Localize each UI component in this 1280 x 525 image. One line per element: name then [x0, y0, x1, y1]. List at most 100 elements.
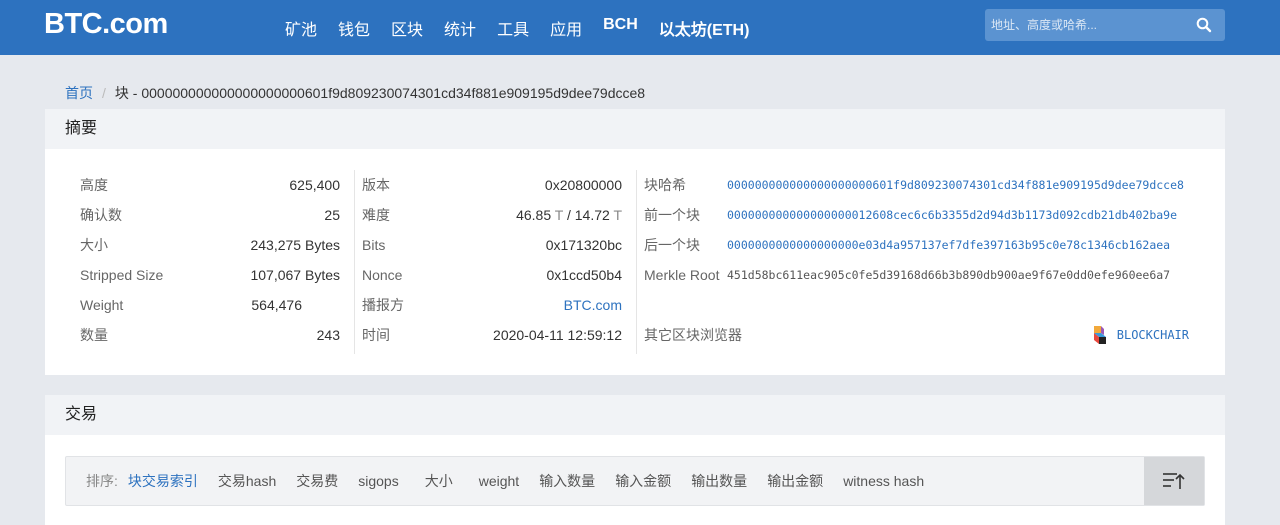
summary-column-2: 版本 0x20800000 难度 46.85 T / 14.72 T Bits 0x1… — [362, 170, 622, 350]
search-input[interactable] — [985, 9, 1185, 41]
summary-panel: 摘要 高度 625,400 确认数 25 大小 243,275 Bytes Strip… — [45, 109, 1225, 375]
other-explorers-label: 其它区块浏览器 — [644, 327, 742, 343]
sort-option-output-count[interactable]: 输出数量 — [691, 457, 747, 505]
sort-option-fee[interactable]: 交易费 — [296, 457, 338, 505]
breadcrumb: 首页 / 块 - 000000000000000000000601f9d809230… — [65, 83, 645, 103]
difficulty-unit-1: T — [554, 207, 564, 223]
relayer-label: 播报方 — [362, 297, 404, 313]
time-value: 2020-04-11 12:59:12 — [493, 327, 622, 343]
nav-item-wallet[interactable]: 钱包 — [338, 16, 370, 40]
difficulty-value-1: 46.85 — [516, 207, 552, 223]
bits-label: Bits — [362, 237, 386, 253]
summary-column-3: 块哈希 000000000000000000000601f9d8092300743… — [644, 170, 1189, 350]
sort-bar: 排序: 块交易索引 交易hash 交易费 sigops 大小 weight 输入… — [65, 456, 1205, 506]
sort-order-button[interactable] — [1144, 457, 1204, 505]
confirmations-value: 25 — [324, 207, 340, 223]
time-row: 时间 2020-04-11 12:59:12 — [362, 320, 622, 350]
difficulty-separator: / — [563, 207, 575, 223]
nav-item-blocks[interactable]: 区块 — [391, 16, 423, 40]
merkle-root-row: Merkle Root 451d58bc611eac905c0fe5d39168d… — [644, 260, 1189, 290]
sort-option-sigops[interactable]: sigops — [358, 457, 398, 505]
search-icon[interactable] — [1196, 17, 1212, 33]
version-row: 版本 0x20800000 — [362, 170, 622, 200]
difficulty-row: 难度 46.85 T / 14.72 T — [362, 200, 622, 230]
time-label: 时间 — [362, 327, 390, 343]
stripped-size-row: Stripped Size 107,067 Bytes — [80, 260, 340, 290]
nav-item-stats[interactable]: 统计 — [444, 16, 476, 40]
sort-option-weight[interactable]: weight — [479, 457, 519, 505]
weight-label: Weight — [80, 297, 124, 313]
blockchair-label: BLOCKCHAIR — [1116, 328, 1189, 342]
main-nav: 矿池 钱包 区块 统计 工具 应用 BCH 以太坊(ETH) — [285, 16, 770, 40]
sort-option-size[interactable]: 大小 — [425, 457, 453, 505]
summary-column-1: 高度 625,400 确认数 25 大小 243,275 Bytes Stripped… — [80, 170, 340, 350]
relayer-link[interactable]: BTC.com — [564, 290, 622, 320]
bits-value: 0x171320bc — [545, 237, 622, 253]
prev-block-row: 前一个块 000000000000000000012608cec6c6b3355d… — [644, 200, 1189, 230]
merkle-root-value: 451d58bc611eac905c0fe5d39168d66b3b890db9… — [727, 268, 1171, 282]
sort-option-input-amount[interactable]: 输入金额 — [615, 457, 671, 505]
column-divider — [354, 170, 355, 354]
transactions-title: 交易 — [45, 395, 1225, 435]
weight-value: 564,476 — [251, 297, 302, 313]
breadcrumb-current: 块 - 000000000000000000000601f9d809230074… — [114, 85, 646, 101]
blockchair-logo-icon — [1093, 326, 1106, 344]
size-value: 243,275 Bytes — [250, 237, 340, 253]
sort-option-tx-index[interactable]: 块交易索引 — [128, 457, 198, 505]
version-label: 版本 — [362, 177, 390, 193]
size-row: 大小 243,275 Bytes — [80, 230, 340, 260]
nav-item-apps[interactable]: 应用 — [550, 16, 582, 40]
block-hash-label: 块哈希 — [644, 177, 686, 193]
block-hash-link[interactable]: 000000000000000000000601f9d809230074301c… — [727, 170, 1184, 200]
top-navbar: BTC.com 矿池 钱包 区块 统计 工具 应用 BCH 以太坊(ETH) — [0, 0, 1280, 55]
confirmations-label: 确认数 — [80, 207, 122, 223]
search-box — [985, 9, 1225, 41]
tx-count-value: 243 — [316, 327, 340, 343]
relayer-row: 播报方 BTC.com — [362, 290, 622, 320]
column-divider — [636, 170, 637, 354]
site-logo[interactable]: BTC.com — [44, 8, 168, 41]
difficulty-unit-2: T — [613, 207, 622, 223]
sort-option-output-amount[interactable]: 输出金额 — [767, 457, 823, 505]
nonce-row: Nonce 0x1ccd50b4 — [362, 260, 622, 290]
breadcrumb-home-link[interactable]: 首页 — [65, 85, 93, 101]
stripped-size-label: Stripped Size — [80, 267, 164, 283]
nav-item-eth[interactable]: 以太坊(ETH) — [659, 16, 750, 40]
tx-count-label: 数量 — [80, 327, 108, 343]
height-row: 高度 625,400 — [80, 170, 340, 200]
blockchair-link[interactable]: BLOCKCHAIR — [1091, 320, 1189, 350]
other-explorers-row: 其它区块浏览器 BLOCKCHAIR — [644, 320, 1189, 350]
difficulty-label: 难度 — [362, 207, 390, 223]
nonce-label: Nonce — [362, 267, 403, 283]
tx-count-row: 数量 243 — [80, 320, 340, 350]
sort-order-icon — [1163, 473, 1185, 489]
sort-option-tx-hash[interactable]: 交易hash — [218, 457, 276, 505]
breadcrumb-separator: / — [102, 85, 106, 101]
nav-item-tools[interactable]: 工具 — [497, 16, 529, 40]
nav-item-pool[interactable]: 矿池 — [285, 16, 317, 40]
next-block-label: 后一个块 — [644, 237, 700, 253]
size-label: 大小 — [80, 237, 108, 253]
block-hash-row: 块哈希 000000000000000000000601f9d8092300743… — [644, 170, 1189, 200]
weight-row: Weight 564,476 — [80, 290, 340, 320]
sort-label: 排序: — [86, 473, 118, 489]
height-value: 625,400 — [289, 177, 340, 193]
sort-options: 排序: 块交易索引 交易hash 交易费 sigops 大小 weight 输入… — [86, 457, 944, 505]
merkle-root-label: Merkle Root — [644, 267, 720, 283]
empty-row — [644, 290, 1189, 320]
next-block-link[interactable]: 0000000000000000000e03d4a957137ef7dfe397… — [727, 230, 1170, 260]
summary-title: 摘要 — [45, 109, 1225, 149]
nav-item-bch[interactable]: BCH — [603, 16, 638, 40]
prev-block-link[interactable]: 000000000000000000012608cec6c6b3355d2d94… — [727, 200, 1177, 230]
stripped-size-value: 107,067 Bytes — [250, 267, 340, 283]
difficulty-value-2: 14.72 — [574, 207, 610, 223]
bits-row: Bits 0x171320bc — [362, 230, 622, 260]
transactions-panel: 交易 排序: 块交易索引 交易hash 交易费 sigops 大小 weight… — [45, 395, 1225, 525]
next-block-row: 后一个块 0000000000000000000e03d4a957137ef7df… — [644, 230, 1189, 260]
sort-option-witness-hash[interactable]: witness hash — [843, 457, 924, 505]
height-label: 高度 — [80, 177, 108, 193]
difficulty-value: 46.85 T / 14.72 T — [516, 200, 622, 230]
sort-option-input-count[interactable]: 输入数量 — [539, 457, 595, 505]
prev-block-label: 前一个块 — [644, 207, 700, 223]
version-value: 0x20800000 — [544, 177, 622, 193]
